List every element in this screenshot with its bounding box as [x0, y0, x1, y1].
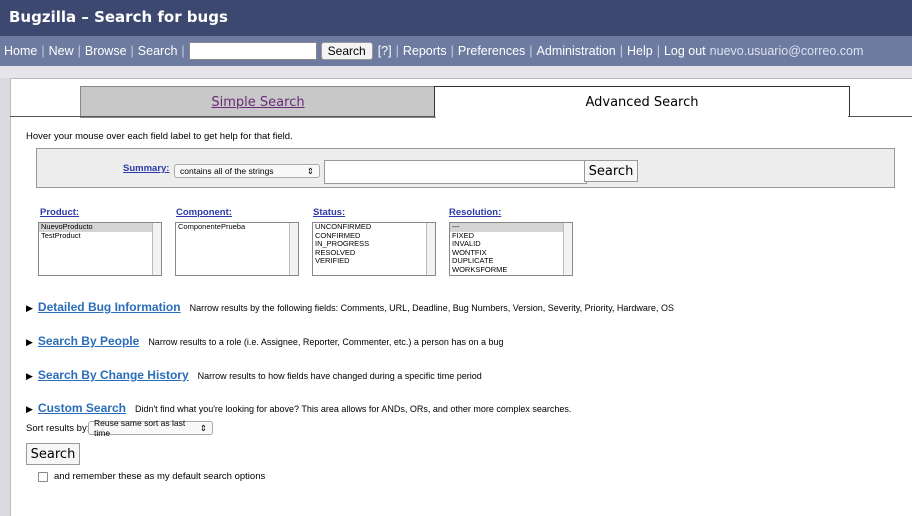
- summary-search-button[interactable]: Search: [584, 160, 638, 182]
- section-description: Narrow results to how fields have change…: [197, 371, 482, 381]
- resolution-listbox[interactable]: --- FIXED INVALID WONTFIX DUPLICATE WORK…: [449, 222, 573, 276]
- section-title[interactable]: Detailed Bug Information: [38, 300, 181, 314]
- product-label[interactable]: Product:: [40, 207, 79, 218]
- select-arrows-icon: ⇕: [199, 422, 207, 433]
- header-bar: Bugzilla – Search for bugs: [0, 0, 912, 36]
- select-arrows-icon: ⇕: [306, 165, 314, 176]
- section-search-by-people: ▶ Search By People Narrow results to a r…: [26, 334, 504, 348]
- quick-search-button[interactable]: Search: [320, 42, 373, 60]
- component-label[interactable]: Component:: [176, 207, 232, 218]
- nav-help[interactable]: Help: [627, 44, 653, 58]
- search-button[interactable]: Search: [26, 443, 80, 465]
- nav-new[interactable]: New: [49, 44, 74, 58]
- component-listbox[interactable]: ComponentePrueba: [175, 222, 299, 276]
- list-item[interactable]: ComponentePrueba: [176, 223, 298, 232]
- sort-select[interactable]: Reuse same sort as last time ⇕: [88, 418, 213, 438]
- sort-label: Sort results by:: [26, 423, 90, 434]
- section-title[interactable]: Search By Change History: [38, 368, 189, 382]
- section-description: Narrow results by the following fields: …: [189, 303, 674, 313]
- expand-triangle-icon[interactable]: ▶: [26, 371, 33, 382]
- nav-browse[interactable]: Browse: [85, 44, 127, 58]
- header-band: [0, 66, 912, 78]
- resolution-label[interactable]: Resolution:: [449, 207, 501, 218]
- nav-bar: Home | New | Browse | Search | Search [?] | R…: [0, 36, 912, 66]
- summary-operator-value: contains all of the strings: [180, 166, 274, 176]
- section-custom-search: ▶ Custom Search Didn't find what you're …: [26, 401, 571, 415]
- nav-logout[interactable]: Log out: [664, 44, 706, 58]
- scrollbar[interactable]: [426, 223, 435, 275]
- help-hint: Hover your mouse over each field label t…: [26, 131, 293, 142]
- expand-triangle-icon[interactable]: ▶: [26, 303, 33, 314]
- expand-triangle-icon[interactable]: ▶: [26, 337, 33, 348]
- section-search-by-change-history: ▶ Search By Change History Narrow result…: [26, 368, 482, 382]
- nav-administration[interactable]: Administration: [537, 44, 616, 58]
- nav-reports[interactable]: Reports: [403, 44, 447, 58]
- scrollbar[interactable]: [289, 223, 298, 275]
- summary-operator-select[interactable]: contains all of the strings ⇕: [174, 164, 320, 178]
- section-detailed-bug-information: ▶ Detailed Bug Information Narrow result…: [26, 300, 674, 314]
- expand-triangle-icon[interactable]: ▶: [26, 404, 33, 415]
- page-title: Bugzilla – Search for bugs: [9, 8, 228, 26]
- remember-option: and remember these as my default search …: [38, 471, 265, 482]
- section-title[interactable]: Custom Search: [38, 401, 126, 415]
- nav-home[interactable]: Home: [4, 44, 37, 58]
- tab-divider: [848, 116, 912, 117]
- user-email: nuevo.usuario@correo.com: [709, 44, 864, 58]
- remember-checkbox[interactable]: [38, 471, 48, 482]
- list-item[interactable]: TestProduct: [39, 231, 161, 241]
- scrollbar[interactable]: [152, 223, 161, 275]
- section-description: Didn't find what you're looking for abov…: [134, 404, 572, 414]
- summary-input[interactable]: [324, 160, 587, 184]
- tab-divider: [10, 116, 434, 117]
- list-item[interactable]: VERIFIED: [313, 257, 435, 266]
- quick-search-input[interactable]: [188, 42, 317, 60]
- nav-search[interactable]: Search: [138, 44, 178, 58]
- tab-advanced-search[interactable]: Advanced Search: [434, 86, 850, 117]
- sort-value: Reuse same sort as last time: [94, 418, 186, 438]
- summary-label[interactable]: Summary:: [123, 163, 169, 174]
- remember-label: and remember these as my default search …: [54, 471, 266, 482]
- status-listbox[interactable]: UNCONFIRMED CONFIRMED IN_PROGRESS RESOLV…: [312, 222, 436, 276]
- tab-simple-search[interactable]: Simple Search: [80, 86, 436, 118]
- quick-search-help-link[interactable]: [?]: [378, 44, 392, 58]
- nav-preferences[interactable]: Preferences: [458, 44, 525, 58]
- scrollbar[interactable]: [563, 223, 572, 275]
- section-title[interactable]: Search By People: [38, 334, 139, 348]
- section-description: Narrow results to a role (i.e. Assignee,…: [148, 337, 504, 347]
- list-item[interactable]: WORKSFORME: [450, 265, 572, 275]
- status-label[interactable]: Status:: [313, 207, 345, 218]
- product-listbox[interactable]: NuevoProducto TestProduct: [38, 222, 162, 276]
- content-panel: [10, 78, 912, 516]
